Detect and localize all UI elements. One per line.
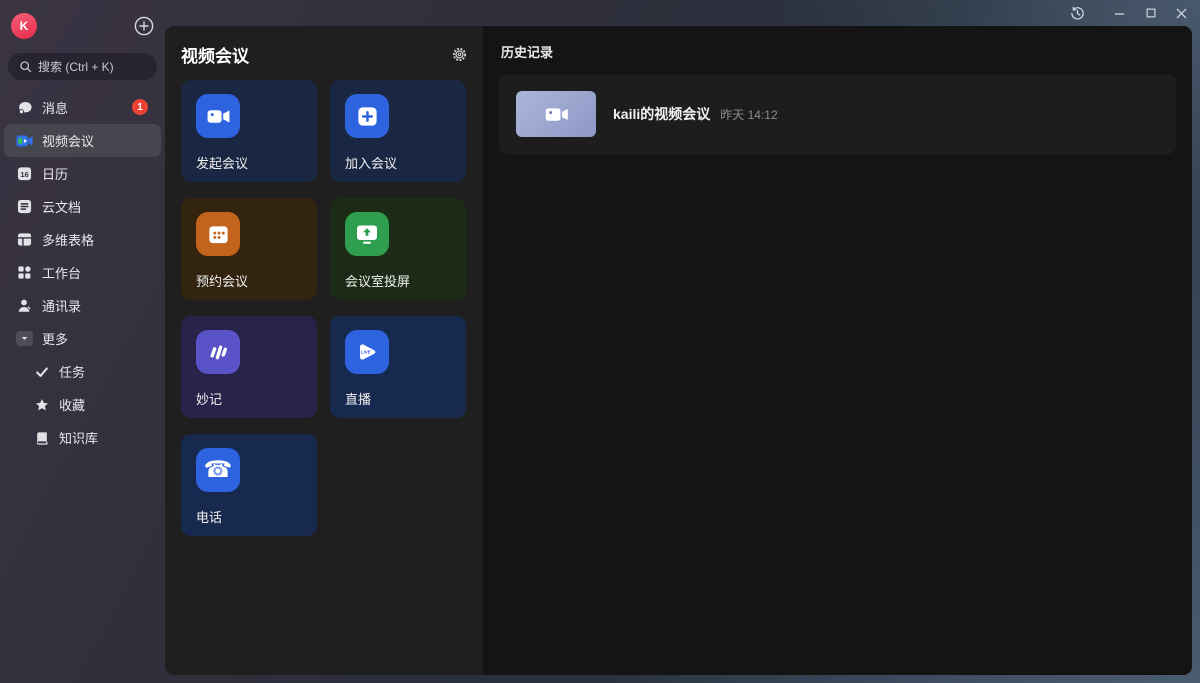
plus-circle-icon: [134, 16, 154, 36]
chat-bubble-icon: [16, 100, 33, 116]
sidebar-item-calendar[interactable]: 16 日历: [0, 157, 165, 190]
tile-phone[interactable]: ☎ 电话: [181, 434, 317, 536]
tile-schedule-meeting[interactable]: 预约会议: [181, 198, 317, 300]
sidebar-item-label: 收藏: [59, 395, 85, 414]
calendar-date-icon: 16: [16, 166, 33, 181]
unread-badge: 1: [132, 99, 148, 115]
sidebar-item-contacts[interactable]: 通讯录: [0, 289, 165, 322]
search-box[interactable]: [8, 53, 157, 80]
avatar-initial: K: [20, 19, 29, 33]
search-icon: [19, 60, 32, 73]
svg-text:LIVE: LIVE: [361, 350, 371, 355]
maximize-icon: [1145, 7, 1157, 19]
maximize-button[interactable]: [1135, 0, 1166, 26]
meeting-panel: 视频会议 发起会议 加入会议预约会议 会议室投屏妙记 LIVE 直播 ☎ 电话: [165, 26, 483, 675]
tile-label: 加入会议: [345, 153, 466, 172]
check-icon: [33, 365, 50, 379]
sidebar-item-label: 日历: [42, 164, 68, 183]
tile-room-cast[interactable]: 会议室投屏: [330, 198, 466, 300]
sidebar-item-wiki[interactable]: 知识库: [0, 421, 165, 454]
sidebar-nav: 消息 1 视频会议 16 日历云文档多维表格工作台通讯录更多任务收藏知识库: [0, 91, 165, 454]
history-list: kaili的视频会议昨天 14:12: [483, 74, 1192, 154]
meeting-panel-header: 视频会议: [165, 26, 483, 80]
sidebar-item-base[interactable]: 多维表格: [0, 223, 165, 256]
tile-label: 直播: [345, 389, 466, 408]
tile-label: 妙记: [196, 389, 317, 408]
sidebar-item-label: 多维表格: [42, 230, 94, 249]
history-title: 历史记录: [483, 26, 1192, 61]
tile-label: 预约会议: [196, 271, 317, 290]
close-icon: [1175, 7, 1188, 20]
sidebar-item-label: 工作台: [42, 263, 81, 282]
page-title: 视频会议: [181, 42, 249, 67]
history-clock-icon: [1070, 6, 1085, 21]
sidebar-item-label: 知识库: [59, 428, 98, 447]
brush-waves-icon: [196, 330, 240, 374]
content-card: 视频会议 发起会议 加入会议预约会议 会议室投屏妙记 LIVE 直播 ☎ 电话 历史记录 k…: [165, 26, 1192, 675]
settings-button[interactable]: [451, 46, 468, 63]
history-item[interactable]: kaili的视频会议昨天 14:12: [499, 74, 1176, 154]
sidebar-item-label: 更多: [42, 329, 68, 348]
tile-minutes[interactable]: 妙记: [181, 316, 317, 418]
sidebar-item-video-meetings[interactable]: 视频会议: [4, 124, 161, 157]
screen-cast-icon: [345, 212, 389, 256]
grid-table-icon: [16, 232, 33, 247]
minimize-button[interactable]: [1104, 0, 1135, 26]
sidebar-item-workplace[interactable]: 工作台: [0, 256, 165, 289]
tile-label: 电话: [196, 507, 317, 526]
sidebar-item-more[interactable]: 更多: [0, 322, 165, 355]
minimize-icon: [1113, 7, 1126, 20]
history-button[interactable]: [1062, 0, 1093, 26]
video-camera-icon: [543, 101, 570, 128]
sidebar-item-label: 云文档: [42, 197, 81, 216]
history-panel: 历史记录 kaili的视频会议昨天 14:12: [483, 26, 1192, 675]
create-button[interactable]: [133, 16, 154, 37]
star-icon: [33, 398, 50, 412]
svg-text:16: 16: [20, 170, 28, 179]
history-item-title: kaili的视频会议: [613, 104, 710, 124]
book-icon: [33, 431, 50, 445]
sidebar-item-messages[interactable]: 消息 1: [0, 91, 165, 124]
meeting-thumbnail: [516, 91, 596, 137]
avatar[interactable]: K: [11, 13, 37, 39]
sidebar-item-label: 消息: [42, 98, 68, 117]
cloud-doc-icon: [16, 199, 33, 214]
plus-square-icon: [345, 94, 389, 138]
sidebar: K 消息 1 视频会议 16 日历云文档多维表格工作台通讯录更多任务收藏知识库: [0, 0, 165, 683]
sidebar-item-label: 任务: [59, 362, 85, 381]
history-item-time: 昨天 14:12: [720, 106, 777, 123]
app-window: K 消息 1 视频会议 16 日历云文档多维表格工作台通讯录更多任务收藏知识库 视频会议…: [0, 0, 1200, 683]
calendar-dots-icon: [196, 212, 240, 256]
window-controls: [1062, 0, 1197, 26]
person-icon: [16, 298, 33, 313]
telephone-icon: ☎: [196, 448, 240, 492]
workbench-icon: [16, 265, 33, 280]
search-input[interactable]: [38, 60, 157, 74]
sidebar-item-docs[interactable]: 云文档: [0, 190, 165, 223]
gear-icon: [451, 46, 468, 63]
tile-label: 会议室投屏: [345, 271, 466, 290]
chevron-down-icon: [16, 331, 33, 346]
live-play-icon: LIVE: [345, 330, 389, 374]
tile-new-meeting[interactable]: 发起会议: [181, 80, 317, 182]
video-camera-color-icon: [16, 134, 33, 148]
sidebar-top: K: [11, 13, 154, 39]
tile-live[interactable]: LIVE 直播: [330, 316, 466, 418]
sidebar-item-favorites[interactable]: 收藏: [0, 388, 165, 421]
tile-join-meeting[interactable]: 加入会议: [330, 80, 466, 182]
video-camera-icon: [196, 94, 240, 138]
sidebar-item-tasks[interactable]: 任务: [0, 355, 165, 388]
tile-label: 发起会议: [196, 153, 317, 172]
close-button[interactable]: [1166, 0, 1197, 26]
sidebar-item-label: 视频会议: [42, 131, 94, 150]
sidebar-item-label: 通讯录: [42, 296, 81, 315]
meeting-tiles: 发起会议 加入会议预约会议 会议室投屏妙记 LIVE 直播 ☎ 电话: [165, 80, 483, 536]
